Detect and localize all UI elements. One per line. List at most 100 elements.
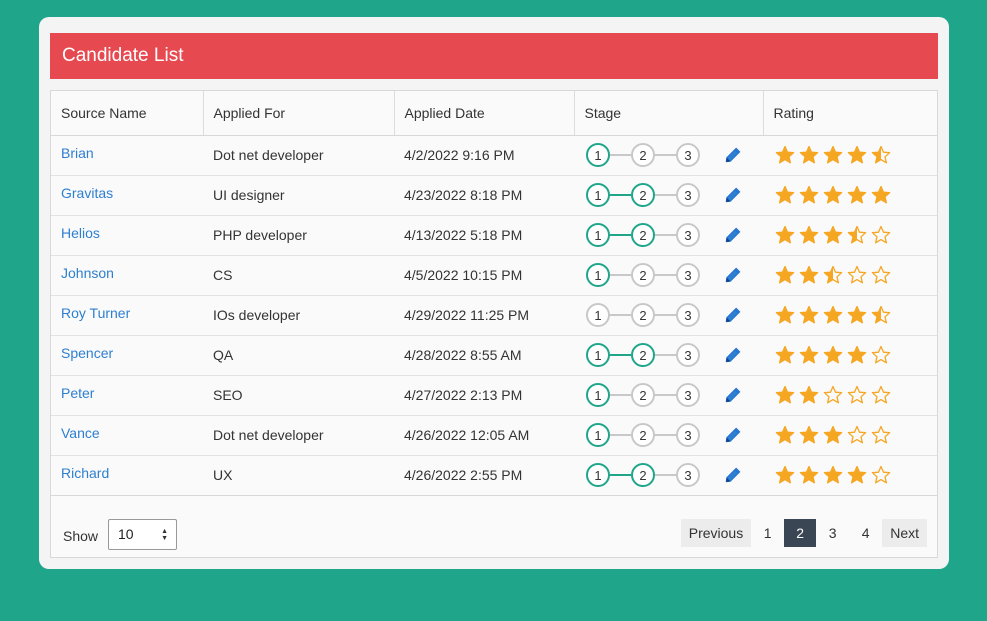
star-full-icon[interactable] bbox=[823, 465, 843, 485]
star-rating[interactable] bbox=[775, 265, 937, 285]
star-full-icon[interactable] bbox=[871, 185, 891, 205]
star-rating[interactable] bbox=[775, 305, 937, 325]
star-half-icon[interactable] bbox=[871, 145, 891, 165]
column-header-source-name[interactable]: Source Name bbox=[51, 91, 204, 136]
stage-step-1[interactable]: 1 bbox=[586, 383, 610, 407]
stage-step-2[interactable]: 2 bbox=[631, 263, 655, 287]
table-row[interactable]: Vance Dot net developer 4/26/2022 12:05 AM… bbox=[51, 415, 937, 456]
stage-step-3[interactable]: 3 bbox=[676, 223, 700, 247]
star-full-icon[interactable] bbox=[847, 185, 867, 205]
next-page-button[interactable]: Next bbox=[882, 519, 927, 547]
stage-step-1[interactable]: 1 bbox=[586, 223, 610, 247]
star-empty-icon[interactable] bbox=[847, 265, 867, 285]
stage-step-3[interactable]: 3 bbox=[676, 263, 700, 287]
table-row[interactable]: Helios PHP developer 4/13/2022 5:18 PM 1 2 3 bbox=[51, 215, 937, 256]
star-full-icon[interactable] bbox=[775, 385, 795, 405]
star-full-icon[interactable] bbox=[775, 265, 795, 285]
page-button-4[interactable]: 4 bbox=[849, 519, 882, 547]
star-full-icon[interactable] bbox=[775, 345, 795, 365]
page-button-1[interactable]: 1 bbox=[751, 519, 784, 547]
stage-step-3[interactable]: 3 bbox=[676, 463, 700, 487]
star-empty-icon[interactable] bbox=[871, 465, 891, 485]
star-full-icon[interactable] bbox=[847, 465, 867, 485]
star-full-icon[interactable] bbox=[823, 145, 843, 165]
stage-step-2[interactable]: 2 bbox=[631, 143, 655, 167]
stage-step-3[interactable]: 3 bbox=[676, 143, 700, 167]
pencil-icon[interactable] bbox=[724, 306, 742, 324]
stage-step-2[interactable]: 2 bbox=[631, 183, 655, 207]
pencil-icon[interactable] bbox=[724, 146, 742, 164]
star-empty-icon[interactable] bbox=[871, 385, 891, 405]
star-full-icon[interactable] bbox=[823, 425, 843, 445]
candidate-name-link[interactable]: Roy Turner bbox=[61, 305, 130, 321]
candidate-name-link[interactable]: Spencer bbox=[61, 345, 113, 361]
star-half-icon[interactable] bbox=[871, 305, 891, 325]
stage-step-1[interactable]: 1 bbox=[586, 303, 610, 327]
stage-step-3[interactable]: 3 bbox=[676, 383, 700, 407]
stage-step-2[interactable]: 2 bbox=[631, 343, 655, 367]
star-full-icon[interactable] bbox=[823, 345, 843, 365]
star-full-icon[interactable] bbox=[799, 145, 819, 165]
star-rating[interactable] bbox=[775, 225, 937, 245]
stage-step-1[interactable]: 1 bbox=[586, 183, 610, 207]
star-empty-icon[interactable] bbox=[871, 225, 891, 245]
stage-step-1[interactable]: 1 bbox=[586, 263, 610, 287]
star-full-icon[interactable] bbox=[775, 225, 795, 245]
pencil-icon[interactable] bbox=[724, 186, 742, 204]
star-full-icon[interactable] bbox=[799, 185, 819, 205]
star-full-icon[interactable] bbox=[799, 385, 819, 405]
star-full-icon[interactable] bbox=[799, 465, 819, 485]
candidate-name-link[interactable]: Helios bbox=[61, 225, 100, 241]
stage-step-1[interactable]: 1 bbox=[586, 143, 610, 167]
stage-step-3[interactable]: 3 bbox=[676, 343, 700, 367]
stage-step-3[interactable]: 3 bbox=[676, 303, 700, 327]
star-full-icon[interactable] bbox=[823, 225, 843, 245]
candidate-name-link[interactable]: Peter bbox=[61, 385, 94, 401]
pencil-icon[interactable] bbox=[724, 386, 742, 404]
table-row[interactable]: Spencer QA 4/28/2022 8:55 AM 1 2 3 bbox=[51, 335, 937, 376]
star-full-icon[interactable] bbox=[799, 225, 819, 245]
column-header-applied-for[interactable]: Applied For bbox=[203, 91, 395, 136]
pencil-icon[interactable] bbox=[724, 426, 742, 444]
candidate-name-link[interactable]: Gravitas bbox=[61, 185, 113, 201]
pencil-icon[interactable] bbox=[724, 466, 742, 484]
candidate-name-link[interactable]: Vance bbox=[61, 425, 100, 441]
star-full-icon[interactable] bbox=[799, 265, 819, 285]
table-row[interactable]: Brian Dot net developer 4/2/2022 9:16 PM 1 2… bbox=[51, 135, 937, 176]
page-size-select[interactable]: 10 ▲ ▼ bbox=[108, 519, 177, 550]
table-row[interactable]: Gravitas UI designer 4/23/2022 8:18 PM 1 2 3 bbox=[51, 175, 937, 216]
stage-step-1[interactable]: 1 bbox=[586, 463, 610, 487]
star-full-icon[interactable] bbox=[823, 305, 843, 325]
star-full-icon[interactable] bbox=[847, 345, 867, 365]
pencil-icon[interactable] bbox=[724, 346, 742, 364]
stage-step-2[interactable]: 2 bbox=[631, 303, 655, 327]
candidate-name-link[interactable]: Johnson bbox=[61, 265, 114, 281]
star-full-icon[interactable] bbox=[847, 145, 867, 165]
star-empty-icon[interactable] bbox=[871, 425, 891, 445]
stage-step-2[interactable]: 2 bbox=[631, 383, 655, 407]
star-full-icon[interactable] bbox=[799, 345, 819, 365]
star-full-icon[interactable] bbox=[775, 185, 795, 205]
star-full-icon[interactable] bbox=[799, 305, 819, 325]
star-empty-icon[interactable] bbox=[847, 425, 867, 445]
column-header-rating[interactable]: Rating bbox=[763, 91, 937, 136]
star-half-icon[interactable] bbox=[823, 265, 843, 285]
star-empty-icon[interactable] bbox=[871, 345, 891, 365]
star-empty-icon[interactable] bbox=[871, 265, 891, 285]
column-header-applied-date[interactable]: Applied Date bbox=[394, 91, 575, 136]
candidate-name-link[interactable]: Richard bbox=[61, 465, 109, 481]
star-full-icon[interactable] bbox=[775, 465, 795, 485]
star-rating[interactable] bbox=[775, 385, 937, 405]
star-rating[interactable] bbox=[775, 185, 937, 205]
table-row[interactable]: Richard UX 4/26/2022 2:55 PM 1 2 3 bbox=[51, 455, 937, 496]
star-full-icon[interactable] bbox=[775, 425, 795, 445]
star-empty-icon[interactable] bbox=[847, 385, 867, 405]
stage-step-2[interactable]: 2 bbox=[631, 423, 655, 447]
star-empty-icon[interactable] bbox=[823, 385, 843, 405]
star-rating[interactable] bbox=[775, 465, 937, 485]
star-full-icon[interactable] bbox=[847, 305, 867, 325]
candidate-name-link[interactable]: Brian bbox=[61, 145, 94, 161]
previous-page-button[interactable]: Previous bbox=[680, 519, 752, 547]
pencil-icon[interactable] bbox=[724, 226, 742, 244]
stage-step-1[interactable]: 1 bbox=[586, 423, 610, 447]
